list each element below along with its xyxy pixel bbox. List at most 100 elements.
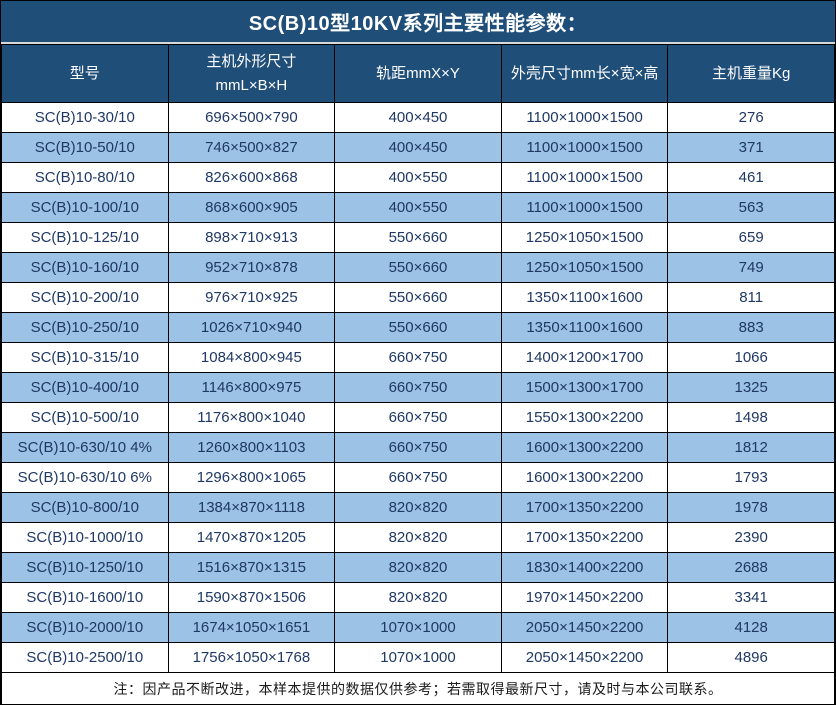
table-cell: 1590×870×1506	[168, 583, 335, 613]
table-footer: 注：因产品不断改进，本样本提供的数据仅供参考；若需取得最新尺寸，请及时与本公司联…	[2, 673, 835, 705]
table-cell: SC(B)10-1600/10	[2, 583, 169, 613]
table-cell: 2050×1450×2200	[501, 643, 668, 673]
table-cell: SC(B)10-800/10	[2, 493, 169, 523]
table-cell: 2688	[668, 553, 835, 583]
table-cell: 660×750	[335, 463, 502, 493]
table-cell: 883	[668, 313, 835, 343]
table-row: SC(B)10-250/101026×710×940550×6601350×11…	[2, 313, 835, 343]
table-cell: SC(B)10-1250/10	[2, 553, 169, 583]
col-header-gauge: 轨距mmX×Y	[335, 45, 502, 103]
table-cell: 1674×1050×1651	[168, 613, 335, 643]
footnote: 注：因产品不断改进，本样本提供的数据仅供参考；若需取得最新尺寸，请及时与本公司联…	[2, 673, 835, 705]
table-cell: 746×500×827	[168, 133, 335, 163]
table-cell: 1812	[668, 433, 835, 463]
table-cell: 1756×1050×1768	[168, 643, 335, 673]
table-cell: 1250×1050×1500	[501, 253, 668, 283]
table-cell: 1700×1350×2200	[501, 523, 668, 553]
table-cell: SC(B)10-30/10	[2, 103, 169, 133]
table-header: 型号 主机外形尺寸 mmL×B×H 轨距mmX×Y 外壳尺寸mm长×宽×高 主机…	[2, 45, 835, 103]
spec-sheet: SC(B)10型10KV系列主要性能参数： 型号 主机外形尺寸 mmL×B×H …	[0, 0, 836, 705]
table-cell: 820×820	[335, 523, 502, 553]
table-cell: SC(B)10-100/10	[2, 193, 169, 223]
table-cell: 1026×710×940	[168, 313, 335, 343]
table-row: SC(B)10-50/10746×500×827400×4501100×1000…	[2, 133, 835, 163]
table-cell: SC(B)10-630/10 4%	[2, 433, 169, 463]
table-cell: 1830×1400×2200	[501, 553, 668, 583]
table-row: SC(B)10-1000/101470×870×1205820×8201700×…	[2, 523, 835, 553]
table-cell: 952×710×878	[168, 253, 335, 283]
table-cell: 1100×1000×1500	[501, 163, 668, 193]
table-cell: SC(B)10-1000/10	[2, 523, 169, 553]
table-cell: SC(B)10-400/10	[2, 373, 169, 403]
table-cell: 660×750	[335, 403, 502, 433]
table-cell: SC(B)10-2000/10	[2, 613, 169, 643]
table-cell: 1700×1350×2200	[501, 493, 668, 523]
spec-table: 型号 主机外形尺寸 mmL×B×H 轨距mmX×Y 外壳尺寸mm长×宽×高 主机…	[1, 44, 835, 705]
table-cell: 1100×1000×1500	[501, 103, 668, 133]
table-row: SC(B)10-800/101384×870×1118820×8201700×1…	[2, 493, 835, 523]
table-row: SC(B)10-200/10976×710×925550×6601350×110…	[2, 283, 835, 313]
table-cell: 1470×870×1205	[168, 523, 335, 553]
table-cell: 400×450	[335, 133, 502, 163]
table-cell: 1516×870×1315	[168, 553, 335, 583]
table-cell: 659	[668, 223, 835, 253]
header-row: 型号 主机外形尺寸 mmL×B×H 轨距mmX×Y 外壳尺寸mm长×宽×高 主机…	[2, 45, 835, 103]
table-cell: SC(B)10-80/10	[2, 163, 169, 193]
table-cell: 1100×1000×1500	[501, 193, 668, 223]
table-cell: 1550×1300×2200	[501, 403, 668, 433]
table-row: SC(B)10-315/101084×800×945660×7501400×12…	[2, 343, 835, 373]
table-row: SC(B)10-630/10 4%1260×800×1103660×750160…	[2, 433, 835, 463]
table-row: SC(B)10-80/10826×600×868400×5501100×1000…	[2, 163, 835, 193]
table-cell: 550×660	[335, 283, 502, 313]
table-cell: 1600×1300×2200	[501, 463, 668, 493]
table-cell: 660×750	[335, 433, 502, 463]
col-header-enclosure: 外壳尺寸mm长×宽×高	[501, 45, 668, 103]
table-cell: 1260×800×1103	[168, 433, 335, 463]
table-cell: 1793	[668, 463, 835, 493]
table-cell: 898×710×913	[168, 223, 335, 253]
table-cell: SC(B)10-125/10	[2, 223, 169, 253]
table-cell: 1400×1200×1700	[501, 343, 668, 373]
table-row: SC(B)10-1250/101516×870×1315820×8201830×…	[2, 553, 835, 583]
table-cell: 1978	[668, 493, 835, 523]
table-cell: 820×820	[335, 583, 502, 613]
table-cell: 1970×1450×2200	[501, 583, 668, 613]
col-header-weight: 主机重量Kg	[668, 45, 835, 103]
table-cell: 976×710×925	[168, 283, 335, 313]
table-cell: SC(B)10-500/10	[2, 403, 169, 433]
table-cell: SC(B)10-315/10	[2, 343, 169, 373]
table-cell: 2050×1450×2200	[501, 613, 668, 643]
table-cell: 749	[668, 253, 835, 283]
table-cell: 826×600×868	[168, 163, 335, 193]
table-cell: 1600×1300×2200	[501, 433, 668, 463]
table-cell: SC(B)10-200/10	[2, 283, 169, 313]
table-cell: 563	[668, 193, 835, 223]
table-cell: 660×750	[335, 373, 502, 403]
table-cell: SC(B)10-630/10 6%	[2, 463, 169, 493]
table-cell: SC(B)10-50/10	[2, 133, 169, 163]
table-cell: 1350×1100×1600	[501, 313, 668, 343]
table-cell: 400×550	[335, 193, 502, 223]
table-cell: 1325	[668, 373, 835, 403]
table-cell: 4896	[668, 643, 835, 673]
table-row: SC(B)10-160/10952×710×878550×6601250×105…	[2, 253, 835, 283]
table-cell: 400×550	[335, 163, 502, 193]
col-header-dimensions: 主机外形尺寸 mmL×B×H	[168, 45, 335, 103]
note-row: 注：因产品不断改进，本样本提供的数据仅供参考；若需取得最新尺寸，请及时与本公司联…	[2, 673, 835, 705]
table-cell: 811	[668, 283, 835, 313]
table-cell: 1296×800×1065	[168, 463, 335, 493]
table-cell: 1100×1000×1500	[501, 133, 668, 163]
table-cell: 1176×800×1040	[168, 403, 335, 433]
table-cell: 3341	[668, 583, 835, 613]
table-row: SC(B)10-630/10 6%1296×800×1065660×750160…	[2, 463, 835, 493]
table-cell: 868×600×905	[168, 193, 335, 223]
table-row: SC(B)10-100/10868×600×905400×5501100×100…	[2, 193, 835, 223]
table-row: SC(B)10-30/10696×500×790400×4501100×1000…	[2, 103, 835, 133]
table-row: SC(B)10-1600/101590×870×1506820×8201970×…	[2, 583, 835, 613]
table-cell: 461	[668, 163, 835, 193]
table-cell: 550×660	[335, 253, 502, 283]
table-cell: 696×500×790	[168, 103, 335, 133]
table-cell: 371	[668, 133, 835, 163]
table-cell: 820×820	[335, 493, 502, 523]
table-cell: 2390	[668, 523, 835, 553]
